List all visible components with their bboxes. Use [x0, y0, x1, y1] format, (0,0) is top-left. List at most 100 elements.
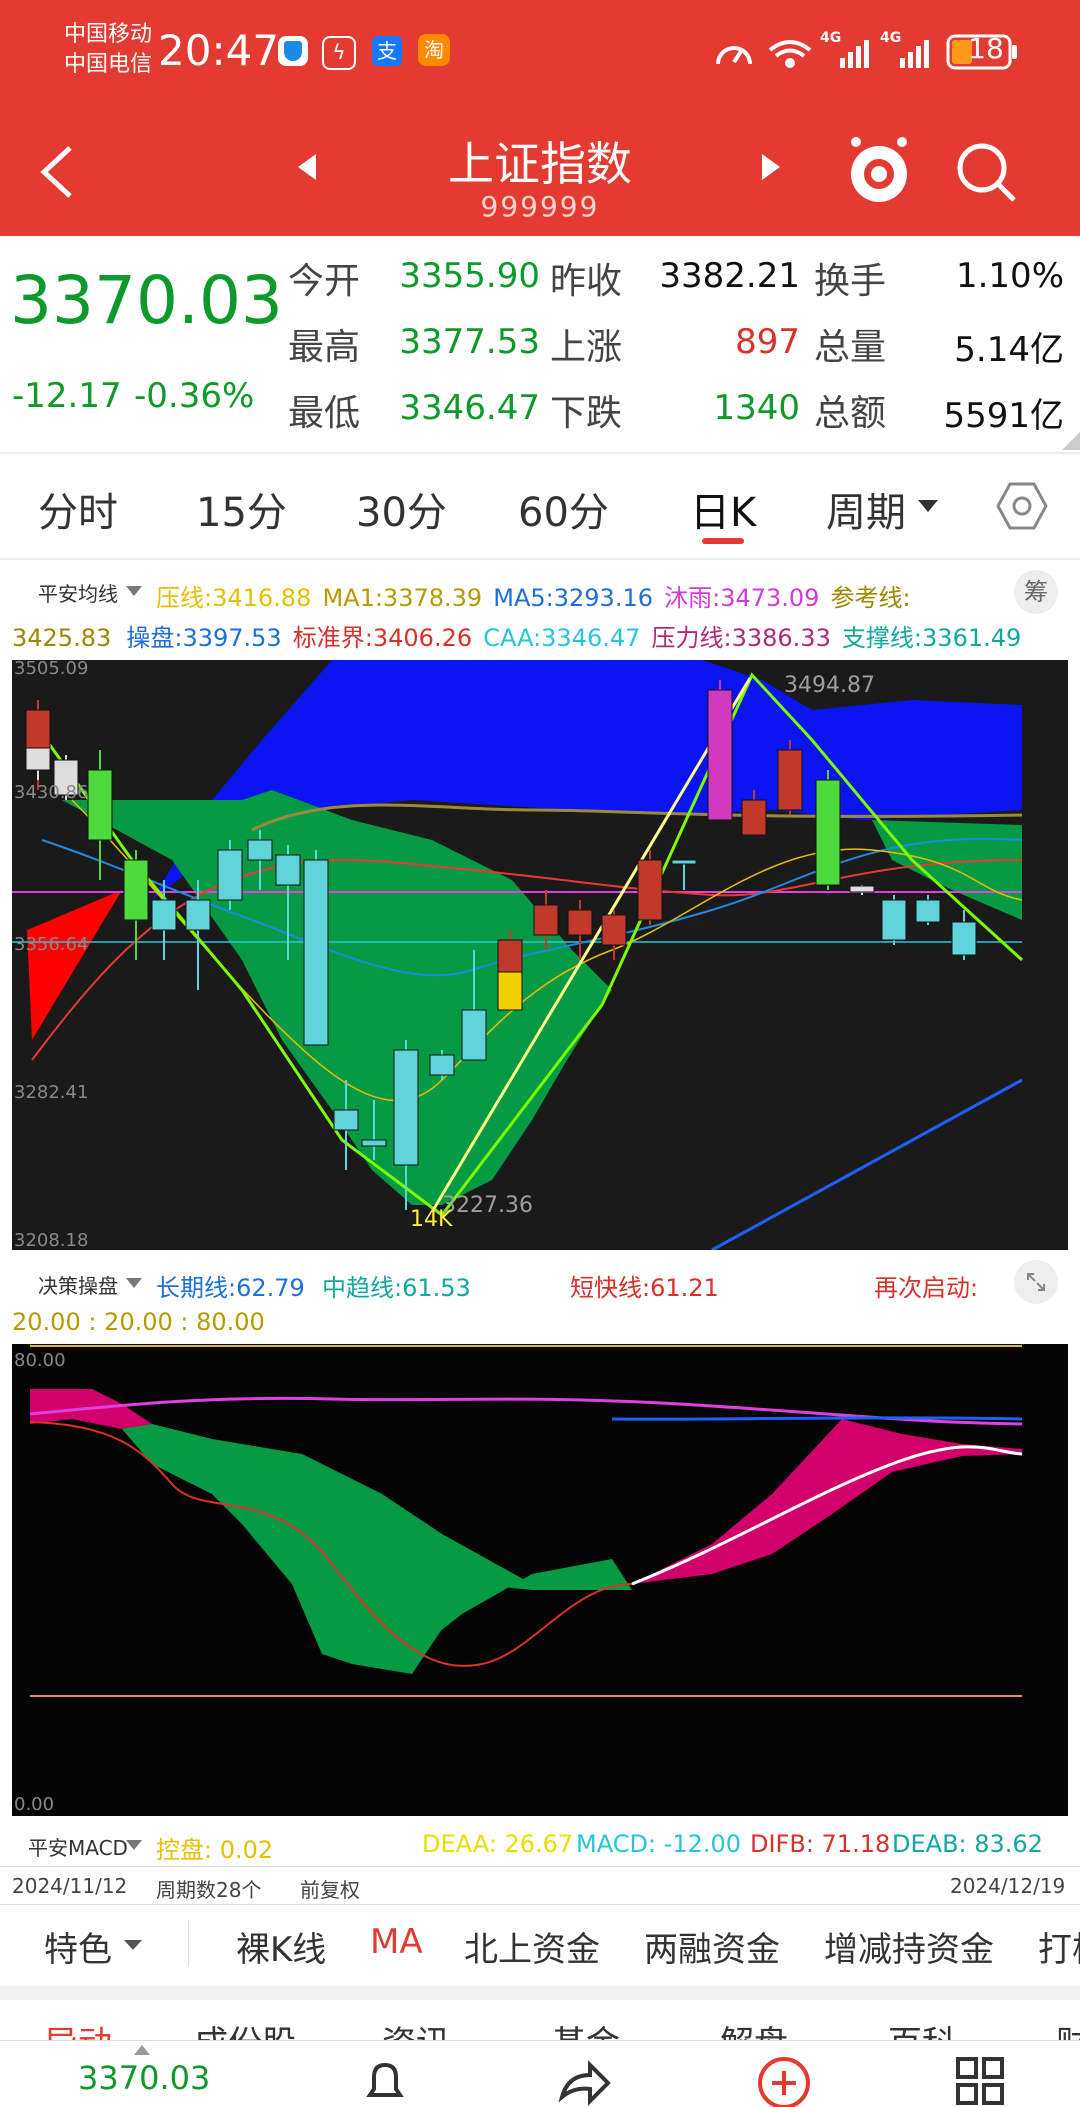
- divider: [0, 558, 1080, 560]
- candle-body: [461, 1009, 487, 1061]
- kongpan-value: 控盘: 0.02: [156, 1836, 274, 1864]
- tab-intraday[interactable]: 分时: [38, 480, 118, 538]
- decline-value: 1340: [713, 388, 800, 428]
- ma-indicator-name[interactable]: 平安均线: [38, 578, 118, 607]
- candle-body: [567, 909, 593, 936]
- prev-stock-icon[interactable]: [296, 152, 320, 182]
- tab-period[interactable]: 周期: [826, 480, 906, 538]
- divider: [188, 1920, 189, 1966]
- candle-body: [275, 854, 301, 886]
- advance-label: 上涨: [550, 327, 623, 368]
- y-axis-label: 3430.86: [14, 782, 88, 803]
- back-icon[interactable]: [38, 144, 78, 200]
- content-tab[interactable]: 资讯: [382, 2016, 450, 2042]
- active-tab-indicator: [702, 538, 744, 544]
- decision-indicator-name[interactable]: 决策操盘: [38, 1270, 118, 1299]
- battery-level: 18: [968, 32, 1004, 65]
- feature-tab-limit-up[interactable]: 打板: [1038, 1922, 1080, 1971]
- bottom-price[interactable]: 3370.03: [78, 2059, 210, 2097]
- caret-down-icon[interactable]: [124, 1838, 144, 1852]
- ma-item-label: 支撑线:: [841, 624, 923, 652]
- price-adjust-mode[interactable]: 前复权: [300, 1874, 360, 1903]
- caret-down-icon[interactable]: [124, 1276, 144, 1290]
- short-line-value: 短快线:61.21: [570, 1274, 719, 1302]
- macd-indicator-name[interactable]: 平安MACD: [28, 1832, 128, 1861]
- open-value: 3355.90: [399, 256, 540, 296]
- tab-30min[interactable]: 30分: [356, 480, 447, 538]
- tab-60min[interactable]: 60分: [518, 480, 609, 538]
- turnover-value: 1.10%: [955, 256, 1064, 296]
- carrier-info: 中国移动 中国电信: [64, 20, 152, 80]
- caret-down-icon: [124, 1940, 142, 1950]
- feature-tab-special[interactable]: 特色: [44, 1922, 112, 1971]
- chip-distribution-button[interactable]: 筹: [1014, 570, 1058, 614]
- candle-body: [741, 799, 767, 836]
- next-stock-icon[interactable]: [758, 152, 782, 182]
- feature-tab-ma[interactable]: MA: [370, 1922, 423, 1962]
- candle-body: [185, 899, 211, 931]
- y-axis-label: 3282.41: [14, 1082, 88, 1103]
- mascot-icon[interactable]: [846, 132, 912, 206]
- caret-down-icon[interactable]: [124, 584, 144, 598]
- network-label-1: 4G: [820, 30, 842, 46]
- alert-bell-icon[interactable]: [360, 2057, 410, 2107]
- content-tab[interactable]: 解盘: [720, 2016, 788, 2042]
- content-tab[interactable]: 财: [1056, 2016, 1080, 2042]
- mid-line: [611, 1416, 1023, 1421]
- divider: [0, 452, 1080, 454]
- decision-chart: 80.00 0.00: [12, 1344, 1068, 1816]
- ma-values-row-2: 3425.83 操盘:3397.53 标准界:3406.26 CAA:3346.…: [12, 618, 1072, 653]
- advance-value: 897: [735, 322, 800, 362]
- feature-tab-northbound[interactable]: 北上资金: [464, 1922, 600, 1971]
- share-icon[interactable]: [556, 2057, 612, 2107]
- signal-icon-2: [900, 40, 929, 68]
- settings-hex-icon[interactable]: [996, 480, 1048, 532]
- candle-body: [361, 1139, 387, 1147]
- expand-button[interactable]: [1014, 1260, 1058, 1304]
- candle-body: [671, 859, 697, 865]
- content-tab[interactable]: 基金: [552, 2016, 620, 2042]
- candle-body: [533, 904, 559, 936]
- amount-value: 5591亿: [943, 396, 1064, 436]
- y-axis-label: 3505.09: [14, 660, 88, 679]
- feature-tab-margin[interactable]: 两融资金: [644, 1922, 780, 1971]
- bottom-nav: 3370.03: [0, 2040, 1080, 2107]
- tab-15min[interactable]: 15分: [196, 480, 287, 538]
- ma-item-label: 沐雨:: [664, 584, 721, 612]
- y-axis-bottom-label: 0.00: [14, 1794, 54, 1815]
- content-tab[interactable]: 百科: [888, 2016, 956, 2042]
- ma-item-value: 3406.26: [372, 624, 473, 652]
- mid-line-value: 中趋线:61.53: [322, 1274, 471, 1302]
- feature-tab-holdings[interactable]: 增减持资金: [824, 1922, 994, 1971]
- decline-label: 下跌: [550, 393, 623, 434]
- ma-item-value: 3386.33: [731, 624, 831, 652]
- restart-label: 再次启动:: [874, 1274, 979, 1302]
- speed-icon: [716, 46, 752, 65]
- feature-tab-naked-k[interactable]: 裸K线: [236, 1922, 326, 1971]
- ma-item-value: 3378.39: [382, 584, 483, 612]
- app-header: 中国移动 中国电信 20:47 ϟ 支 淘 4G 4G 18 上证指数 9999…: [0, 0, 1080, 236]
- candle-body: [601, 914, 627, 946]
- price-change-pct: -0.36%: [134, 376, 255, 416]
- alipay-icon: 支: [372, 36, 402, 66]
- tab-daily-k[interactable]: 日K: [690, 480, 756, 538]
- carrier-1: 中国移动: [64, 22, 153, 47]
- divider: [0, 1904, 1080, 1905]
- ma-item-value: 3346.47: [541, 624, 641, 652]
- price-change: -12.17: [12, 376, 122, 416]
- content-tab[interactable]: 异动: [44, 2016, 112, 2042]
- grid-menu-icon[interactable]: [954, 2055, 1006, 2107]
- candle-body: [151, 899, 177, 931]
- long-line-value: 长期线:62.79: [156, 1274, 305, 1302]
- candle-body: [393, 1049, 419, 1166]
- candle-body: [815, 779, 841, 886]
- ma-item-label: MA5:: [493, 584, 554, 612]
- add-watchlist-icon[interactable]: [756, 2055, 812, 2107]
- candle-body: [25, 709, 51, 751]
- prev-close-value: 3382.21: [659, 256, 800, 296]
- search-icon[interactable]: [954, 140, 1020, 206]
- content-tab[interactable]: 成份股: [194, 2016, 296, 2042]
- caret-down-icon: [918, 500, 938, 512]
- y-axis-top-label: 80.00: [14, 1350, 66, 1371]
- kline-chart[interactable]: 3505.09 3430.86 3356.64 3282.41 3208.18 …: [12, 660, 1068, 1250]
